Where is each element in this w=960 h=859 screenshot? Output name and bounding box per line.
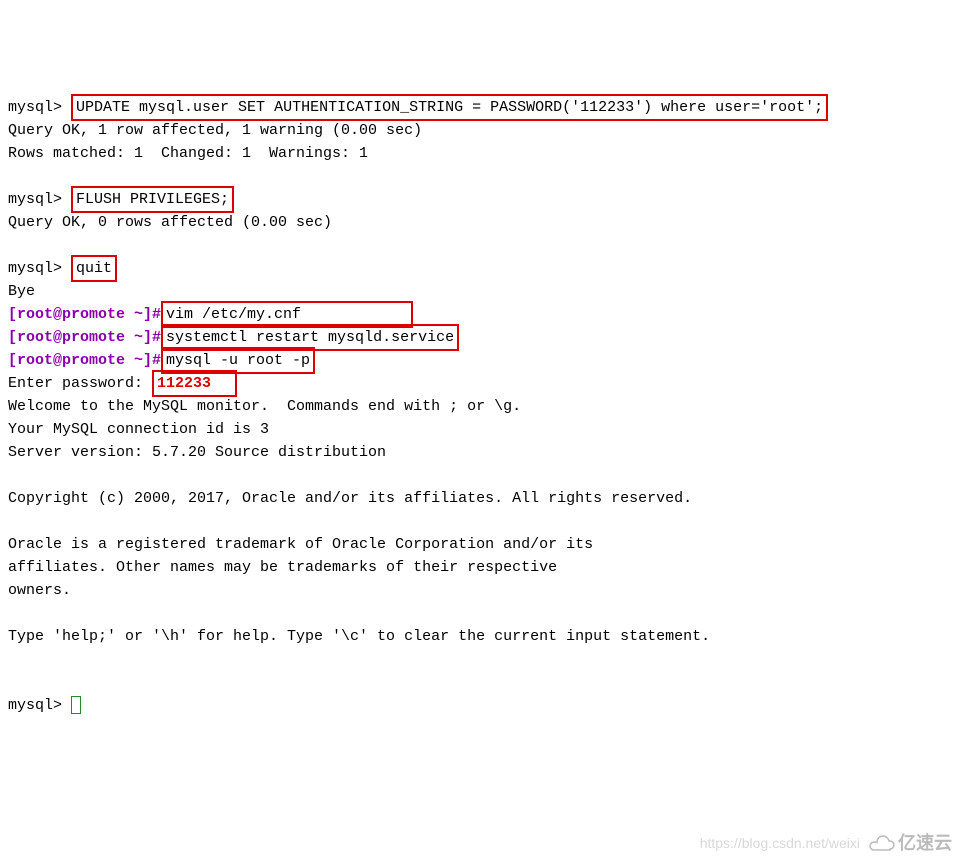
shell-prompt: [root@promote ~]# — [8, 352, 161, 369]
shell-systemctl-command: systemctl restart mysqld.service — [166, 329, 454, 346]
welcome-line-3: Server version: 5.7.20 Source distributi… — [8, 444, 386, 461]
password-value: 112233 — [157, 375, 211, 392]
mysql-prompt: mysql> — [8, 191, 62, 208]
shell-prompt: [root@promote ~]# — [8, 329, 161, 346]
welcome-line-2: Your MySQL connection id is 3 — [8, 421, 269, 438]
sql-quit-command: quit — [76, 260, 112, 277]
cloud-icon — [868, 835, 896, 853]
output-bye: Bye — [8, 283, 35, 300]
highlight-quit-cmd: quit — [71, 255, 117, 282]
sql-update-command: UPDATE mysql.user SET AUTHENTICATION_STR… — [76, 99, 823, 116]
highlight-password: 112233 — [152, 370, 237, 397]
mysql-prompt: mysql> — [8, 260, 62, 277]
output-rows-matched: Rows matched: 1 Changed: 1 Warnings: 1 — [8, 145, 368, 162]
welcome-line-1: Welcome to the MySQL monitor. Commands e… — [8, 398, 521, 415]
trademark-line-3: owners. — [8, 582, 71, 599]
copyright-line: Copyright (c) 2000, 2017, Oracle and/or … — [8, 490, 692, 507]
terminal-cursor[interactable] — [71, 696, 81, 714]
highlight-update-cmd: UPDATE mysql.user SET AUTHENTICATION_STR… — [71, 94, 828, 121]
shell-vim-command: vim /etc/my.cnf — [166, 306, 301, 323]
trademark-line-2: affiliates. Other names may be trademark… — [8, 559, 557, 576]
sql-flush-command: FLUSH PRIVILEGES; — [76, 191, 229, 208]
enter-password-label: Enter password: — [8, 375, 143, 392]
help-line: Type 'help;' or '\h' for help. Type '\c'… — [8, 628, 710, 645]
output-query-ok-1: Query OK, 1 row affected, 1 warning (0.0… — [8, 122, 422, 139]
shell-prompt: [root@promote ~]# — [8, 306, 161, 323]
highlight-flush-cmd: FLUSH PRIVILEGES; — [71, 186, 234, 213]
watermark: https://blog.csdn.net/weixi 亿速云 — [700, 832, 952, 855]
watermark-brand: 亿速云 — [898, 832, 952, 855]
watermark-url: https://blog.csdn.net/weixi — [700, 832, 860, 855]
mysql-prompt: mysql> — [8, 99, 62, 116]
trademark-line-1: Oracle is a registered trademark of Orac… — [8, 536, 593, 553]
shell-mysql-login-command: mysql -u root -p — [166, 352, 310, 369]
mysql-prompt: mysql> — [8, 697, 62, 714]
watermark-logo: 亿速云 — [868, 832, 952, 855]
output-query-ok-2: Query OK, 0 rows affected (0.00 sec) — [8, 214, 332, 231]
